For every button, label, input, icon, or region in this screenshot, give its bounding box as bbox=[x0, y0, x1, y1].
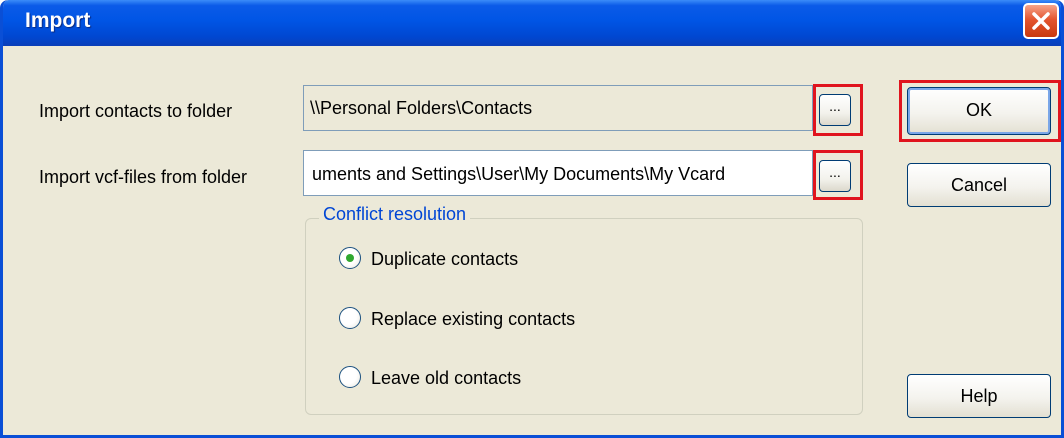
highlight-box-browse-vcf bbox=[813, 150, 863, 200]
vcf-folder-field[interactable]: uments and Settings\User\My Documents\My… bbox=[303, 150, 813, 196]
highlight-box-ok bbox=[899, 80, 1061, 142]
title-bar[interactable]: Import bbox=[3, 0, 1061, 46]
radio-selected-dot bbox=[346, 254, 354, 262]
help-button[interactable]: Help bbox=[907, 374, 1051, 418]
conflict-resolution-legend: Conflict resolution bbox=[319, 204, 471, 225]
radio-button[interactable] bbox=[339, 307, 361, 329]
radio-label[interactable]: Replace existing contacts bbox=[371, 305, 575, 333]
radio-label[interactable]: Leave old contacts bbox=[371, 364, 521, 392]
vcf-folder-label: Import vcf-files from folder bbox=[39, 167, 248, 187]
close-button[interactable] bbox=[1023, 3, 1059, 39]
close-icon bbox=[1032, 12, 1050, 30]
contacts-folder-field[interactable]: \\Personal Folders\Contacts bbox=[303, 85, 813, 131]
highlight-box-browse-contacts bbox=[813, 84, 863, 136]
radio-button[interactable] bbox=[339, 247, 361, 269]
cancel-button[interactable]: Cancel bbox=[907, 163, 1051, 207]
radio-button[interactable] bbox=[339, 366, 361, 388]
window-title: Import bbox=[25, 9, 91, 32]
import-dialog: Import Import contacts to folder \\Perso… bbox=[0, 0, 1064, 438]
contacts-folder-label: Import contacts to folder bbox=[39, 101, 233, 121]
radio-label[interactable]: Duplicate contacts bbox=[371, 245, 518, 273]
